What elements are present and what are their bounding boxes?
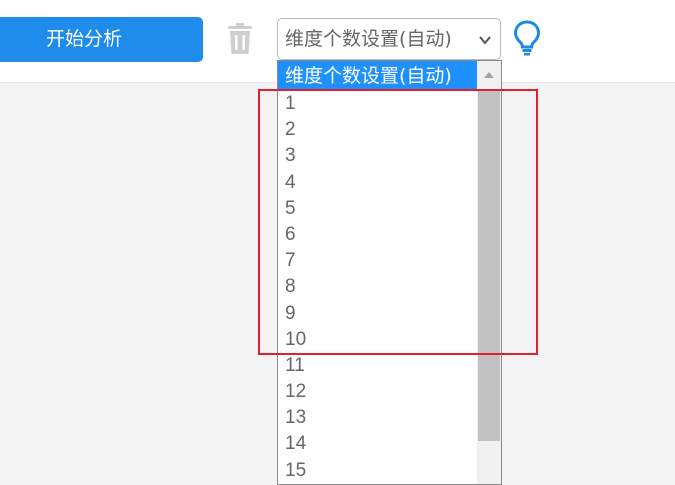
option-8[interactable]: 8 bbox=[278, 274, 477, 300]
option-12[interactable]: 12 bbox=[278, 379, 477, 405]
dimension-count-select[interactable]: 维度个数设置(自动) bbox=[277, 18, 501, 60]
option-11[interactable]: 11 bbox=[278, 353, 477, 379]
dimension-options-list[interactable]: 维度个数设置(自动) 1 2 3 4 5 6 7 8 9 10 11 12 13… bbox=[277, 60, 502, 485]
option-1[interactable]: 1 bbox=[278, 91, 477, 117]
start-analysis-button[interactable]: 开始分析 bbox=[0, 17, 203, 62]
option-3[interactable]: 3 bbox=[278, 143, 477, 169]
trash-icon[interactable] bbox=[226, 22, 254, 56]
option-4[interactable]: 4 bbox=[278, 170, 477, 196]
option-5[interactable]: 5 bbox=[278, 196, 477, 222]
option-2[interactable]: 2 bbox=[278, 117, 477, 143]
option-14[interactable]: 14 bbox=[278, 431, 477, 457]
option-auto[interactable]: 维度个数设置(自动) bbox=[278, 61, 477, 91]
chevron-down-icon bbox=[478, 32, 492, 46]
scrollbar-thumb[interactable] bbox=[478, 91, 500, 441]
select-current-value: 维度个数设置(自动) bbox=[285, 28, 452, 50]
options-container: 维度个数设置(自动) 1 2 3 4 5 6 7 8 9 10 11 12 13… bbox=[278, 61, 477, 484]
lightbulb-icon[interactable] bbox=[512, 19, 542, 57]
option-15[interactable]: 15 bbox=[278, 458, 477, 484]
option-6[interactable]: 6 bbox=[278, 222, 477, 248]
option-9[interactable]: 9 bbox=[278, 301, 477, 327]
option-13[interactable]: 13 bbox=[278, 405, 477, 431]
option-7[interactable]: 7 bbox=[278, 248, 477, 274]
list-scrollbar[interactable] bbox=[477, 61, 501, 484]
scroll-up-arrow-icon[interactable] bbox=[477, 61, 501, 89]
option-10[interactable]: 10 bbox=[278, 327, 477, 353]
